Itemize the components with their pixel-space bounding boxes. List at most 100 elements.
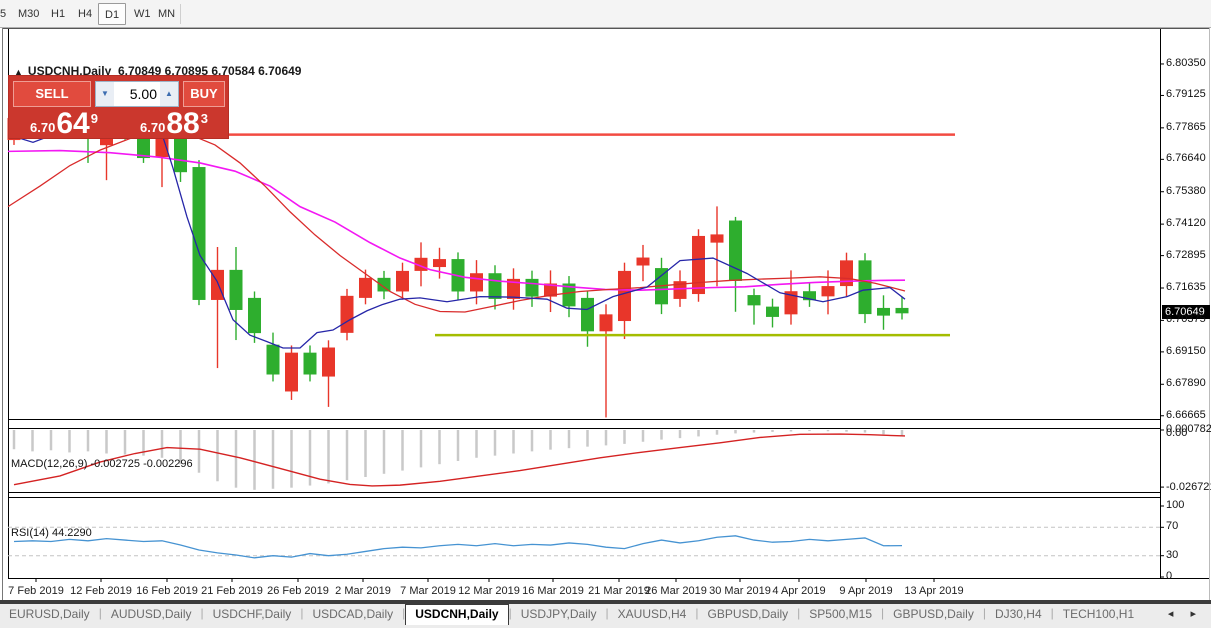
candle-body [359,277,372,298]
buy-price-small: 6.70 [140,120,166,135]
tab-scroll-arrows: ◂ ▸ [1161,607,1203,620]
price-axis-label: 6.76640 [1166,152,1206,165]
date-axis-label: 21 Mar 2019 [588,585,650,597]
price-axis-label: 6.80350 [1166,56,1206,69]
volume-increase-icon[interactable]: ▲ [160,82,178,106]
candle-body [747,295,761,306]
sell-quote[interactable]: 6.70 64 9 [11,107,117,140]
date-axis-label: 13 Apr 2019 [904,585,964,597]
candle-body [248,297,261,334]
date-axis-label: 9 Apr 2019 [839,585,893,597]
rsi-title: RSI(14) 44.2290 [11,527,92,539]
candle-body [766,306,779,317]
date-axis-label: 2 Mar 2019 [335,585,391,597]
sell-price-big: 64 [56,107,90,140]
timeframe-button-d1[interactable]: D1 [98,3,127,25]
toolbar-separator [180,4,181,24]
date-axis-label: 26 Feb 2019 [267,585,329,597]
candle-body [618,270,631,322]
timeframe-button-m30[interactable]: M30 [12,3,45,25]
candle-body [433,259,446,268]
buy-quote[interactable]: 6.70 88 3 [121,107,227,140]
tab-dj30-h4[interactable]: DJ30,H4 [986,605,1051,625]
candle-body [174,135,187,173]
rsi-axis-label: 100 [1166,499,1185,511]
candle-body [322,347,335,377]
tab-gbpusd-daily[interactable]: GBPUSD,Daily [884,605,983,625]
candle-body [396,270,409,292]
candle-body [340,295,354,333]
candle-body [877,307,890,316]
one-click-trade-panel: SELL ▼ ▲ BUY 6.70 64 9 6.70 88 3 [8,75,229,139]
candle-body [266,344,280,375]
date-axis-label: 7 Feb 2019 [8,585,64,597]
price-axis-label: 6.75380 [1166,184,1206,197]
price-axis-label: 6.79125 [1166,88,1206,101]
tab-usdjpy-daily[interactable]: USDJPY,Daily [512,605,606,625]
candle-body [192,167,206,300]
price-axis-label: 6.74120 [1166,217,1206,230]
sell-price-sup: 9 [90,111,98,126]
tab-usdcnh-daily[interactable]: USDCNH,Daily [405,604,509,625]
tab-scroll-left-icon[interactable]: ◂ [1161,608,1181,620]
tab-sp500-m15[interactable]: SP500,M15 [800,605,881,625]
price-axis-label: 6.77865 [1166,120,1206,133]
timeframe-toolbar: 5 M30 H1 H4 D1 W1 MN [0,0,1211,28]
candle-body [470,273,483,292]
date-axis-label: 7 Mar 2019 [400,585,456,597]
tab-tech100-h1[interactable]: TECH100,H1 [1054,605,1143,625]
buy-price-big: 88 [166,107,200,140]
trading-app: 5 M30 H1 H4 D1 W1 MN ▲ USDCNH,Daily 6.70849 6.7… [0,0,1211,628]
rsi-axis-label: 0 [1166,570,1173,582]
candle-body [599,314,613,332]
price-axis-label: 6.70375 [1166,313,1206,326]
tab-usdchf-daily[interactable]: USDCHF,Daily [204,605,301,625]
rsi-line [13,535,903,559]
date-axis-label: 16 Mar 2019 [522,585,584,597]
date-axis-label: 21 Feb 2019 [201,585,263,597]
timeframe-button-5[interactable]: 5 [0,3,12,25]
candle-body [821,286,835,297]
timeframe-button-h1[interactable]: H1 [45,3,71,25]
volume-stepper: ▼ ▲ [95,81,179,107]
tab-xauusd-h4[interactable]: XAUUSD,H4 [609,605,696,625]
price-axis-label: 6.67890 [1166,377,1206,390]
volume-decrease-icon[interactable]: ▼ [96,82,114,106]
macd-axis-zero: 0.00 [1166,427,1188,439]
candle-body [729,220,742,281]
candle-body [636,257,650,266]
price-axis-label: 6.72895 [1166,248,1206,261]
sell-price-small: 6.70 [30,120,56,135]
candle-body [895,307,909,314]
candle-body [525,278,539,297]
buy-price-sup: 3 [200,111,208,126]
macd-axis-min: -0.026721 [1166,481,1211,493]
date-axis-label: 4 Apr 2019 [772,585,826,597]
candle-body [229,269,243,310]
date-axis-label: 30 Mar 2019 [709,585,771,597]
chart-window[interactable]: ▲ USDCNH,Daily 6.70849 6.70895 6.70584 6.… [0,28,1211,602]
tab-gbpusd-daily[interactable]: GBPUSD,Daily [698,605,797,625]
price-axis-label: 6.66665 [1166,408,1206,421]
sell-button[interactable]: SELL [13,81,91,107]
tab-usdcad-daily[interactable]: USDCAD,Daily [303,605,402,625]
tab-scroll-right-icon[interactable]: ▸ [1183,608,1203,620]
date-axis-label: 16 Feb 2019 [136,585,198,597]
price-axis-label: 6.71635 [1166,281,1206,293]
volume-input[interactable] [114,82,160,106]
tab-eurusd-daily[interactable]: EURUSD,Daily [0,605,99,625]
candle-body [581,297,594,332]
candle-body [692,235,705,295]
timeframe-button-h4[interactable]: H4 [72,3,98,25]
candle-body [488,273,502,299]
macd-title: MACD(12,26,9) -0.002725 -0.002296 [11,458,193,470]
timeframe-button-mn[interactable]: MN [152,3,181,25]
candle-body [858,260,872,315]
date-axis-label: 12 Mar 2019 [458,585,520,597]
candle-body [303,352,317,375]
rsi-axis-label: 30 [1166,548,1179,561]
buy-button[interactable]: BUY [183,81,225,107]
tab-audusd-daily[interactable]: AUDUSD,Daily [102,605,201,625]
price-axis-label: 6.69150 [1166,344,1206,357]
rsi-axis-label: 70 [1166,520,1179,533]
